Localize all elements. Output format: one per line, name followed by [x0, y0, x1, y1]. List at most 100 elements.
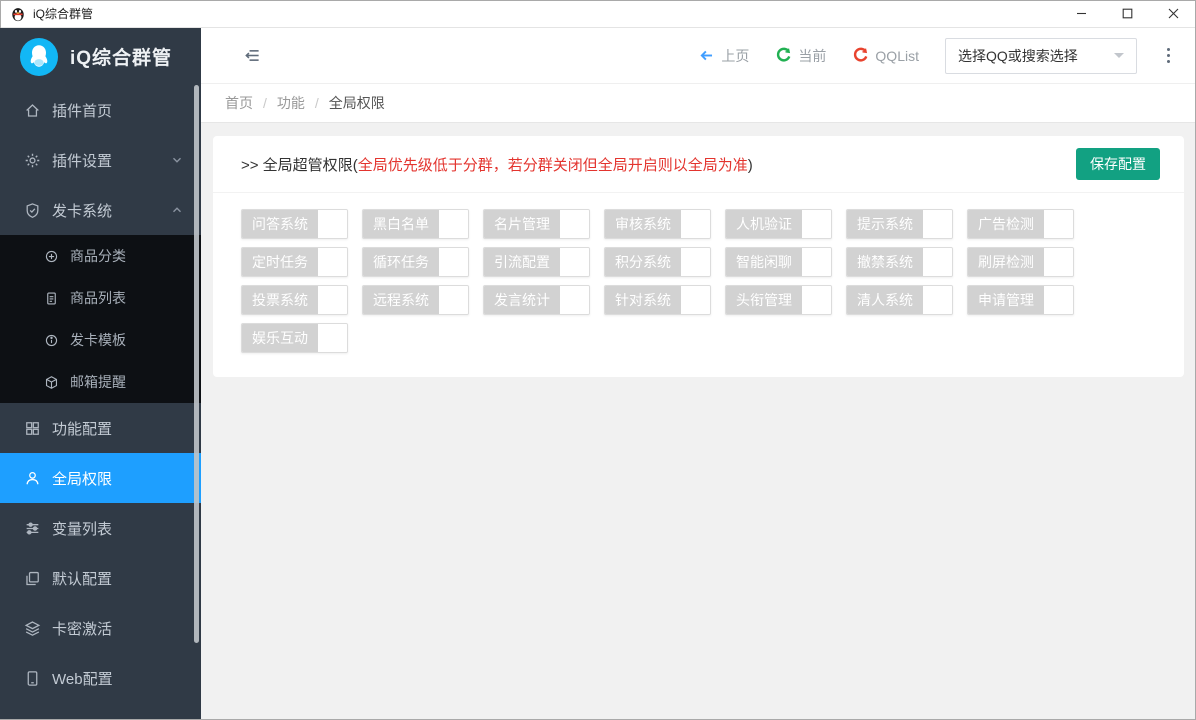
permission-item[interactable]: 申请管理	[967, 285, 1074, 315]
permission-label: 发言统计	[484, 286, 560, 314]
permission-item[interactable]: 名片管理	[483, 209, 590, 239]
user-icon	[24, 470, 41, 487]
permission-item[interactable]: 黑白名单	[362, 209, 469, 239]
titlebar: iQ综合群管	[0, 0, 1196, 28]
panel-header: >> 全局超管权限(全局优先级低于分群，若分群关闭但全局开启则以全局为准) 保存…	[213, 136, 1184, 193]
sidebar-item-function-config[interactable]: 功能配置	[0, 403, 201, 453]
sidebar-item-global-permissions[interactable]: 全局权限	[0, 453, 201, 503]
sidebar-item-label: 全局权限	[52, 470, 113, 488]
sidebar-item-plugin-settings[interactable]: 插件设置	[0, 135, 201, 185]
permission-label: 娱乐互动	[242, 324, 318, 352]
copy-icon	[24, 570, 41, 587]
permission-checkbox[interactable]	[318, 324, 347, 352]
permission-item[interactable]: 提示系统	[846, 209, 953, 239]
app-window: iQ综合群管 iQ综合群管 插件首页 插件设置 发卡系统 商品分类 商品列表 发卡模板 邮箱…	[0, 0, 1196, 720]
sidebar-item-variable-list[interactable]: 变量列表	[0, 503, 201, 553]
permission-item[interactable]: 刷屏检测	[967, 247, 1074, 277]
nav-refresh-current[interactable]: 当前	[775, 46, 826, 66]
permission-item[interactable]: 审核系统	[604, 209, 711, 239]
permission-checkbox[interactable]	[560, 210, 589, 238]
permission-checkbox[interactable]	[681, 210, 710, 238]
minimize-button[interactable]	[1058, 0, 1104, 27]
permission-checkbox[interactable]	[439, 286, 468, 314]
sidebar-item-product-list[interactable]: 商品列表	[0, 277, 201, 319]
permission-item[interactable]: 针对系统	[604, 285, 711, 315]
sidebar-item-product-category[interactable]: 商品分类	[0, 235, 201, 277]
document-icon	[44, 291, 59, 306]
more-menu-icon[interactable]	[1163, 44, 1174, 67]
sidebar-item-default-config[interactable]: 默认配置	[0, 553, 201, 603]
sidebar-item-mail-reminder[interactable]: 邮箱提醒	[0, 361, 201, 403]
sidebar-item-card-system[interactable]: 发卡系统	[0, 185, 201, 235]
sidebar-item-card-key-activation[interactable]: 卡密激活	[0, 603, 201, 653]
permission-item[interactable]: 广告检测	[967, 209, 1074, 239]
permission-label: 撤禁系统	[847, 248, 923, 276]
permission-checkbox[interactable]	[318, 210, 347, 238]
nav-refresh-qqlist[interactable]: QQList	[852, 47, 919, 64]
permission-label: 名片管理	[484, 210, 560, 238]
permission-item[interactable]: 清人系统	[846, 285, 953, 315]
permission-label: 引流配置	[484, 248, 560, 276]
permission-checkbox[interactable]	[318, 248, 347, 276]
permission-checkbox[interactable]	[802, 248, 831, 276]
permission-checkbox[interactable]	[802, 286, 831, 314]
sidebar-item-web-config[interactable]: Web配置	[0, 653, 201, 703]
circle-plus-icon	[44, 249, 59, 264]
permission-item[interactable]: 娱乐互动	[241, 323, 348, 353]
maximize-button[interactable]	[1104, 0, 1150, 27]
permission-label: 清人系统	[847, 286, 923, 314]
close-button[interactable]	[1150, 0, 1196, 27]
breadcrumb-item[interactable]: 首页	[225, 93, 253, 113]
gear-icon	[24, 152, 41, 169]
permission-item[interactable]: 投票系统	[241, 285, 348, 315]
permission-checkbox[interactable]	[923, 286, 952, 314]
permission-item[interactable]: 循环任务	[362, 247, 469, 277]
blocks-icon	[24, 420, 41, 437]
permission-checkbox[interactable]	[560, 286, 589, 314]
page-area: >> 全局超管权限(全局优先级低于分群，若分群关闭但全局开启则以全局为准) 保存…	[201, 123, 1196, 377]
permission-item[interactable]: 问答系统	[241, 209, 348, 239]
sliders-icon	[24, 520, 41, 537]
chevron-down-icon	[1114, 53, 1124, 63]
nav-prev-page[interactable]: 上页	[698, 46, 749, 66]
permission-item[interactable]: 头衔管理	[725, 285, 832, 315]
sidebar-item-card-template[interactable]: 发卡模板	[0, 319, 201, 361]
permission-label: 广告检测	[968, 210, 1044, 238]
permission-checkbox[interactable]	[560, 248, 589, 276]
permission-checkbox[interactable]	[439, 210, 468, 238]
collapse-sidebar-icon[interactable]	[243, 46, 262, 65]
sidebar-nav: 插件首页 插件设置 发卡系统商品分类商品列表 发卡模板 邮箱提醒 功能配置全局权限变量列表…	[0, 85, 201, 703]
sidebar-submenu: 商品分类商品列表 发卡模板 邮箱提醒	[0, 235, 201, 403]
permission-checkbox[interactable]	[681, 248, 710, 276]
permission-item[interactable]: 积分系统	[604, 247, 711, 277]
qq-select-dropdown[interactable]: 选择QQ或搜索选择	[945, 37, 1137, 74]
breadcrumb-item[interactable]: 功能	[277, 93, 305, 113]
sidebar-item-label: Web配置	[52, 670, 113, 688]
save-config-button[interactable]: 保存配置	[1076, 148, 1160, 180]
permission-checkbox[interactable]	[1044, 286, 1073, 314]
permission-checkbox[interactable]	[802, 210, 831, 238]
refresh-icon	[852, 47, 869, 64]
permission-checkbox[interactable]	[923, 210, 952, 238]
permission-checkbox[interactable]	[318, 286, 347, 314]
heading-suffix: )	[747, 156, 753, 174]
nav-qqlist-label: QQList	[875, 47, 919, 64]
permission-item[interactable]: 发言统计	[483, 285, 590, 315]
permission-checkbox[interactable]	[1044, 248, 1073, 276]
sidebar-scrollbar-thumb[interactable]	[194, 85, 199, 643]
permission-checkbox[interactable]	[439, 248, 468, 276]
permission-checkbox[interactable]	[923, 248, 952, 276]
arrow-left-icon	[698, 47, 715, 64]
permission-checkbox[interactable]	[1044, 210, 1073, 238]
permission-label: 问答系统	[242, 210, 318, 238]
permission-item[interactable]: 撤禁系统	[846, 247, 953, 277]
permission-checkbox[interactable]	[681, 286, 710, 314]
permission-item[interactable]: 引流配置	[483, 247, 590, 277]
sidebar-item-plugin-home[interactable]: 插件首页	[0, 85, 201, 135]
permission-item[interactable]: 人机验证	[725, 209, 832, 239]
permission-item[interactable]: 智能闲聊	[725, 247, 832, 277]
permission-item[interactable]: 定时任务	[241, 247, 348, 277]
sidebar-item-label: 商品分类	[70, 248, 126, 264]
toolbar: 上页 当前 QQList 选择QQ或搜索选择	[201, 28, 1196, 84]
permission-item[interactable]: 远程系统	[362, 285, 469, 315]
